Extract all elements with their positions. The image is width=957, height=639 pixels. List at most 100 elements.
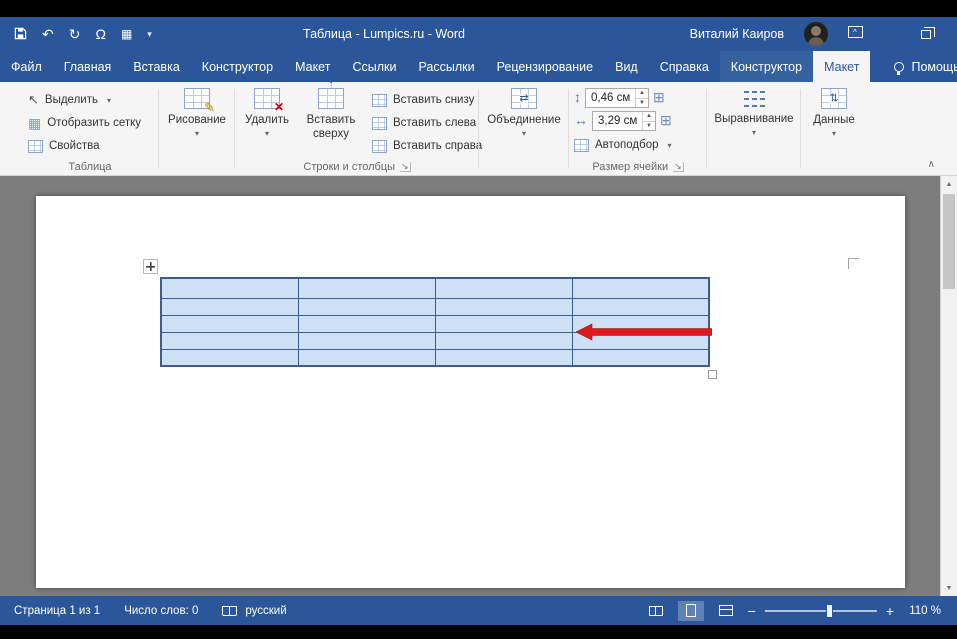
- tell-me-help[interactable]: Помощь: [882, 51, 957, 82]
- tab-home[interactable]: Главная: [53, 51, 123, 82]
- user-name[interactable]: Виталий Каиров: [690, 27, 784, 41]
- tab-help[interactable]: Справка: [649, 51, 720, 82]
- table-cell[interactable]: [161, 315, 298, 332]
- row-height-value: 0,46 см: [591, 92, 630, 104]
- document-area: ▲ ▼: [0, 176, 957, 596]
- distribute-rows-icon[interactable]: [653, 90, 665, 106]
- tab-layout[interactable]: Макет: [284, 51, 341, 82]
- dialog-launcher-icon[interactable]: [400, 162, 411, 172]
- table-cell[interactable]: [161, 298, 298, 315]
- group-alignment: Выравнивание: [708, 82, 800, 175]
- word-count[interactable]: Число слов: 0: [124, 605, 198, 617]
- table-cell[interactable]: [435, 349, 572, 366]
- alignment-button[interactable]: Выравнивание: [712, 88, 796, 137]
- table-cell[interactable]: [572, 298, 709, 315]
- draw-table-button[interactable]: ✎ Рисование: [165, 88, 229, 138]
- document-page[interactable]: [36, 196, 905, 588]
- tab-view[interactable]: Вид: [604, 51, 649, 82]
- tab-table-design[interactable]: Конструктор: [720, 51, 813, 82]
- scroll-up-icon[interactable]: ▲: [941, 176, 957, 192]
- autofit-button[interactable]: Автоподбор: [574, 135, 672, 155]
- group-separator: [478, 89, 479, 168]
- undo-icon[interactable]: [42, 27, 54, 41]
- table-cell[interactable]: [298, 315, 435, 332]
- zoom-slider[interactable]: [765, 610, 877, 612]
- dialog-launcher-icon[interactable]: [673, 162, 684, 172]
- group-caption-rows-columns: Строки и столбцы: [236, 161, 478, 173]
- status-right: − + 110 %: [643, 601, 957, 621]
- restore-window-icon[interactable]: [921, 30, 931, 39]
- dropdown-caret-icon: [522, 130, 526, 138]
- table-move-handle[interactable]: [143, 259, 158, 274]
- column-width-field[interactable]: 3,29 см ▲▼: [592, 111, 656, 131]
- tab-file[interactable]: Файл: [0, 51, 53, 82]
- word-window: Таблица - Lumpics.ru - Word Виталий Каир…: [0, 0, 957, 639]
- status-bar: Страница 1 из 1 Число слов: 0 русский − …: [0, 596, 957, 625]
- view-gridlines-button[interactable]: Отобразить сетку: [28, 113, 141, 133]
- insert-below-button[interactable]: Вставить снизу: [372, 90, 474, 110]
- row-height-field[interactable]: 0,46 см ▲▼: [585, 88, 649, 108]
- insert-above-button[interactable]: ↑ Вставить сверху: [298, 88, 364, 142]
- table-cell[interactable]: [435, 332, 572, 349]
- table-cell[interactable]: [572, 349, 709, 366]
- table-cell[interactable]: [161, 332, 298, 349]
- table-cell[interactable]: [298, 332, 435, 349]
- web-layout-button[interactable]: [713, 601, 739, 621]
- table-cell[interactable]: [572, 278, 709, 298]
- insert-left-button[interactable]: Вставить слева: [372, 113, 476, 133]
- table-resize-handle[interactable]: [708, 370, 717, 379]
- gridlines-icon: [28, 116, 41, 130]
- select-button[interactable]: Выделить: [28, 90, 111, 110]
- vertical-scrollbar[interactable]: ▲ ▼: [940, 176, 957, 596]
- table-quick-icon[interactable]: [121, 28, 132, 40]
- print-layout-button[interactable]: [678, 601, 704, 621]
- avatar[interactable]: [804, 22, 828, 46]
- dropdown-caret-icon: [752, 129, 756, 137]
- table-cell[interactable]: [298, 349, 435, 366]
- merge-button[interactable]: ⇄ Объединение: [484, 88, 564, 138]
- customize-qat-icon[interactable]: [147, 30, 152, 39]
- scrollbar-thumb[interactable]: [943, 194, 955, 289]
- collapse-ribbon-icon[interactable]: [928, 160, 935, 170]
- distribute-columns-icon[interactable]: [660, 113, 672, 129]
- column-width-icon: [574, 113, 588, 129]
- omega-symbol-icon[interactable]: [95, 27, 105, 41]
- ribbon-display-options-icon[interactable]: [848, 25, 863, 43]
- tab-insert[interactable]: Вставка: [122, 51, 190, 82]
- tab-mailings[interactable]: Рассылки: [407, 51, 485, 82]
- tab-review[interactable]: Рецензирование: [486, 51, 605, 82]
- scroll-down-icon[interactable]: ▼: [941, 580, 957, 596]
- zoom-in-button[interactable]: +: [886, 604, 894, 618]
- table-cell[interactable]: [161, 349, 298, 366]
- redo-icon[interactable]: [69, 27, 81, 41]
- table-cell[interactable]: [435, 278, 572, 298]
- table-cell[interactable]: [298, 278, 435, 298]
- autofit-icon: [574, 139, 589, 152]
- language-indicator[interactable]: русский: [222, 605, 286, 617]
- table-cell[interactable]: [435, 315, 572, 332]
- data-icon: ⇅: [821, 88, 847, 109]
- zoom-level[interactable]: 110 %: [903, 605, 941, 617]
- titlebar-right: Виталий Каиров: [690, 17, 931, 51]
- table-cell[interactable]: [161, 278, 298, 298]
- read-mode-button[interactable]: [643, 601, 669, 621]
- page-indicator[interactable]: Страница 1 из 1: [14, 605, 100, 617]
- delete-button[interactable]: ✕ Удалить: [240, 88, 294, 138]
- group-caption-table: Таблица: [24, 161, 156, 173]
- table-properties-button[interactable]: Свойства: [28, 136, 100, 156]
- zoom-out-button[interactable]: −: [748, 604, 756, 618]
- tab-references[interactable]: Ссылки: [341, 51, 407, 82]
- table-cell[interactable]: [435, 298, 572, 315]
- tab-table-layout-active[interactable]: Макет: [813, 51, 870, 82]
- column-width-spinner[interactable]: ▲▼: [642, 112, 655, 130]
- row-height-spinner[interactable]: ▲▼: [635, 89, 648, 107]
- save-icon[interactable]: [14, 27, 27, 42]
- data-button[interactable]: ⇅ Данные: [804, 88, 864, 138]
- group-cell-size: 0,46 см ▲▼ 3,29 см ▲▼ Автоподбор Размер …: [570, 82, 706, 175]
- zoom-slider-thumb[interactable]: [826, 604, 833, 618]
- tab-design[interactable]: Конструктор: [191, 51, 284, 82]
- dropdown-caret-icon: [832, 130, 836, 138]
- insert-right-button[interactable]: Вставить справа: [372, 136, 482, 156]
- group-separator: [234, 89, 235, 168]
- table-cell[interactable]: [298, 298, 435, 315]
